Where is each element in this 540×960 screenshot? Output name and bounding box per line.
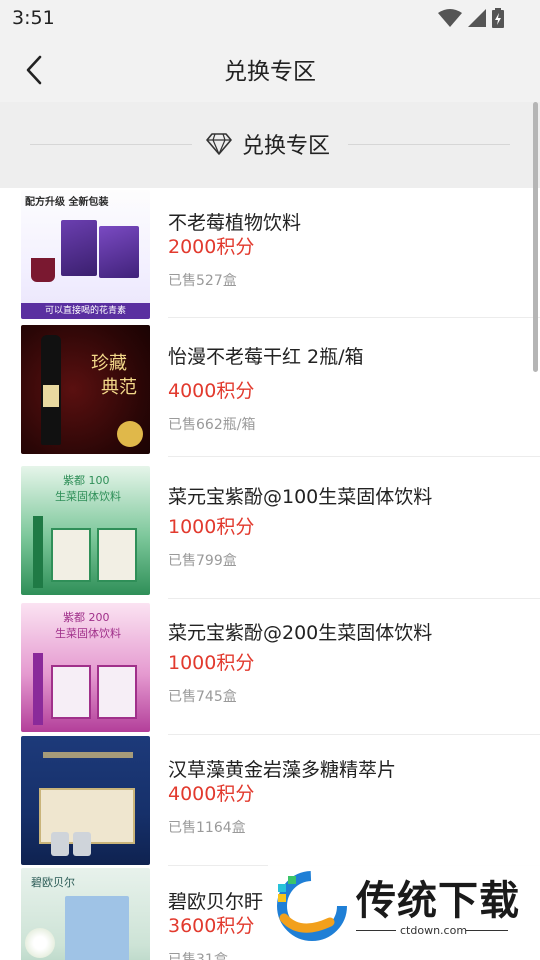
product-stick (33, 516, 43, 588)
drink-glass (31, 258, 55, 282)
watermark-line-left (356, 930, 396, 931)
product-price: 1000积分 (168, 516, 255, 538)
product-sold-count: 已售799盒 (168, 553, 237, 569)
product-price: 1000积分 (168, 652, 255, 674)
product-box-1 (51, 665, 91, 719)
product-box-2 (97, 528, 137, 582)
divider-right (348, 144, 510, 145)
product-image: 配方升级 全新包装 可以直接喝的花青素 (21, 190, 150, 319)
section-header: 兑换专区 (0, 102, 540, 188)
watermark-brand: 传统下载 (356, 878, 520, 924)
product-jar-2 (73, 832, 91, 856)
product-stick (33, 653, 43, 725)
status-bar: 3:51 (0, 0, 540, 36)
product-jar-1 (51, 832, 69, 856)
watermark-url: ctdown.com (400, 924, 468, 937)
product-box-1 (61, 220, 97, 276)
thumb-title-2: 典范 (101, 377, 137, 398)
watermark: 传统下载 ctdown.com (268, 862, 540, 960)
diamond-icon (206, 133, 232, 155)
product-box (65, 896, 129, 960)
product-image (21, 736, 150, 865)
product-price: 4000积分 (168, 783, 255, 805)
product-box-2 (99, 226, 139, 278)
thumb-footer: 可以直接喝的花青素 (21, 303, 150, 319)
list-item[interactable]: 汉草藻黄金岩藻多糖精萃片 4000积分 已售1164盒 (0, 735, 540, 866)
scrollbar[interactable] (533, 102, 538, 372)
product-sold-count: 已售31盒 (168, 952, 228, 960)
product-sold-count: 已售527盒 (168, 273, 237, 289)
product-name: 汉草藻黄金岩藻多糖精萃片 (168, 759, 397, 781)
watermark-logo-icon (277, 871, 347, 941)
product-name: 菜元宝紫酚@100生菜固体饮料 (168, 486, 433, 508)
page-title: 兑换专区 (224, 59, 316, 85)
thumb-title-2: 生菜固体饮料 (55, 627, 121, 640)
thumb-title-1: 紫都 200 (63, 611, 110, 624)
section-title: 兑换专区 (242, 134, 331, 159)
gold-badge (117, 421, 143, 447)
product-image: 碧欧贝尔 (21, 868, 150, 960)
product-price: 4000积分 (168, 380, 255, 402)
section-heading: 兑换专区 (206, 128, 330, 160)
product-name: 碧欧贝尔盱 (168, 891, 264, 913)
product-price: 2000积分 (168, 236, 255, 258)
thumb-banner: 配方升级 全新包装 (25, 197, 109, 208)
product-sold-count: 已售1164盒 (168, 820, 246, 836)
status-icons (438, 8, 504, 28)
product-list: 配方升级 全新包装 可以直接喝的花青素 不老莓植物饮料 2000积分 已售527… (0, 188, 540, 960)
product-image: 紫都 200 生菜固体饮料 (21, 603, 150, 732)
flower-decoration (25, 928, 55, 958)
product-sold-count: 已售745盒 (168, 689, 237, 705)
list-item[interactable]: 紫都 200 生菜固体饮料 菜元宝紫酚@200生菜固体饮料 1000积分 已售7… (0, 600, 540, 735)
list-item[interactable]: 配方升级 全新包装 可以直接喝的花青素 不老莓植物饮料 2000积分 已售527… (0, 188, 540, 319)
product-box-1 (51, 528, 91, 582)
list-item[interactable]: 紫都 100 生菜固体饮料 菜元宝紫酚@100生菜固体饮料 1000积分 已售7… (0, 456, 540, 599)
thumb-banner (43, 752, 133, 758)
wifi-icon (438, 9, 462, 27)
wine-label (43, 385, 59, 407)
product-box-2 (97, 665, 137, 719)
watermark-line-right (466, 930, 508, 931)
battery-charging-icon (492, 8, 504, 28)
divider-left (30, 144, 192, 145)
thumb-title-1: 碧欧贝尔 (31, 876, 75, 889)
thumb-title-2: 生菜固体饮料 (55, 490, 121, 503)
divider (168, 598, 540, 599)
product-image: 紫都 100 生菜固体饮料 (21, 466, 150, 595)
thumb-title-1: 珍藏 (91, 353, 127, 374)
product-name: 菜元宝紫酚@200生菜固体饮料 (168, 622, 433, 644)
cellular-signal-icon (468, 9, 486, 27)
product-image: 珍藏 典范 (21, 325, 150, 454)
nav-bar: 兑换专区 (0, 36, 540, 102)
product-sold-count: 已售662瓶/箱 (168, 417, 256, 433)
product-name: 不老莓植物饮料 (168, 212, 302, 234)
product-price: 3600积分 (168, 915, 255, 937)
thumb-title-1: 紫都 100 (63, 474, 110, 487)
list-item[interactable]: 珍藏 典范 怡漫不老莓干红 2瓶/箱 4000积分 已售662瓶/箱 (0, 318, 540, 457)
product-name: 怡漫不老莓干红 2瓶/箱 (168, 346, 364, 368)
status-time: 3:51 (12, 7, 55, 29)
